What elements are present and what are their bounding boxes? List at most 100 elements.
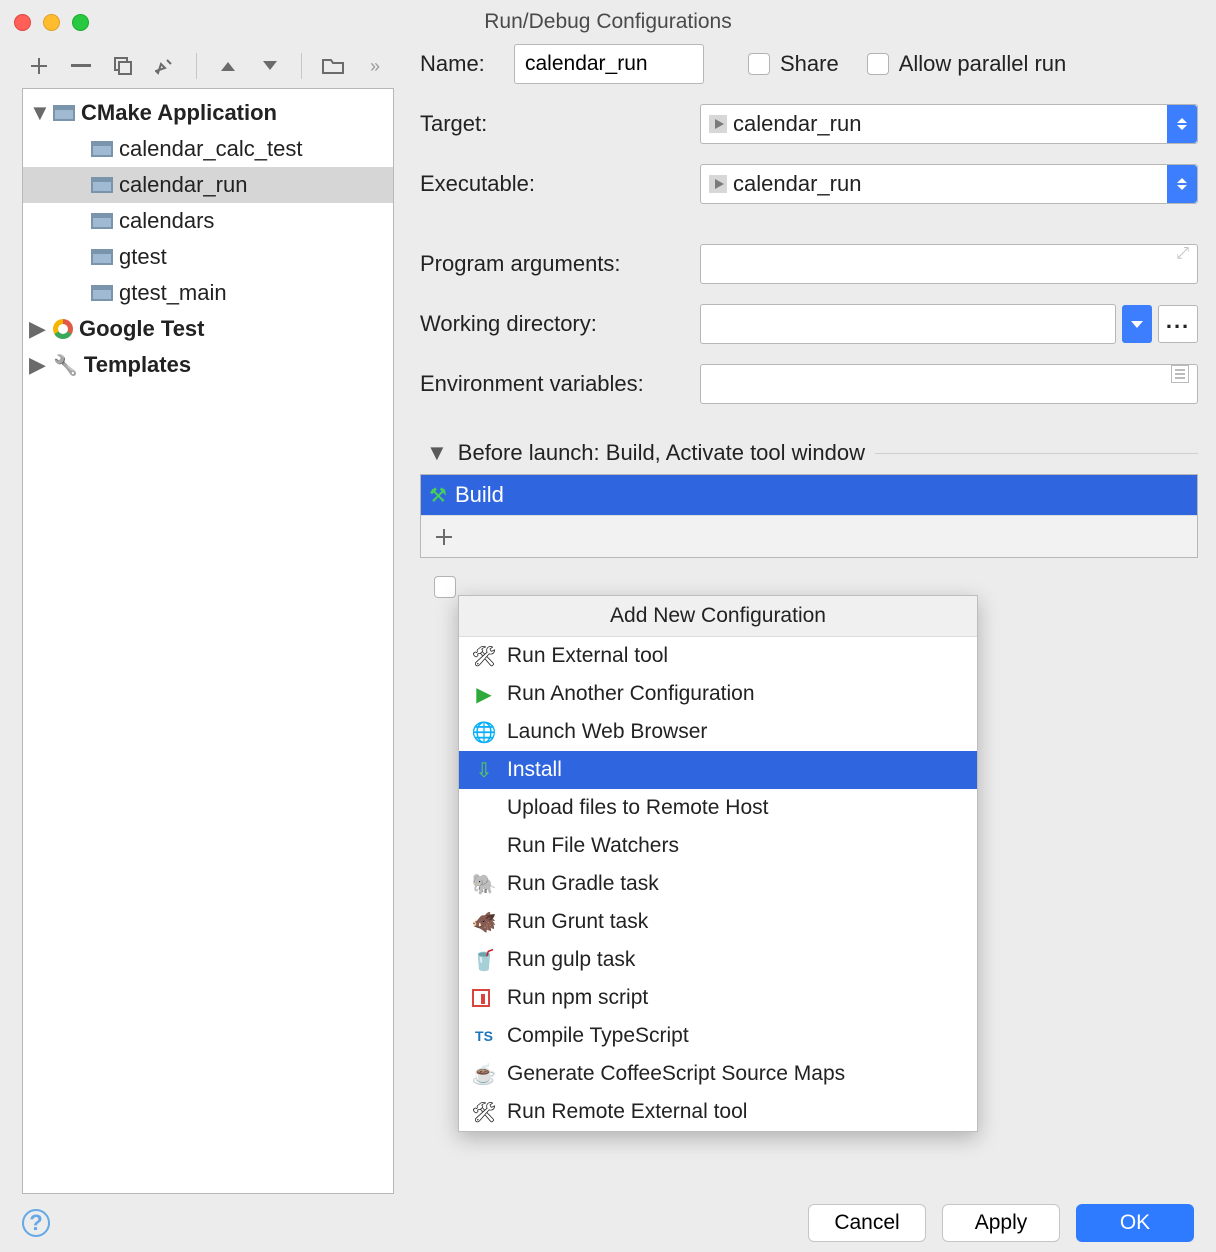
env-label: Environment variables: [420, 371, 700, 397]
popup-item[interactable]: Run npm script [459, 979, 977, 1017]
allow-parallel-checkbox[interactable] [867, 53, 889, 75]
tree-item[interactable]: gtest [23, 239, 393, 275]
popup-item[interactable]: 🌐Launch Web Browser [459, 713, 977, 751]
share-checkbox[interactable] [748, 53, 770, 75]
cmake-icon [91, 213, 113, 229]
popup-item-label: Run gulp task [507, 948, 635, 972]
separator [301, 53, 302, 79]
popup-item-label: Run External tool [507, 644, 668, 668]
play-icon: ▶ [471, 682, 497, 707]
workdir-history-button[interactable] [1122, 305, 1152, 343]
popup-item-label: Run Gradle task [507, 872, 659, 896]
window-title: Run/Debug Configurations [0, 10, 1216, 34]
target-label: Target: [420, 111, 700, 137]
tree-group-gtest[interactable]: ▶ Google Test [23, 311, 393, 347]
tree-group-templates[interactable]: ▶ Templates [23, 347, 393, 383]
main-panel: Name: Share Allow parallel run Target: c… [394, 44, 1198, 1194]
workdir-browse-button[interactable]: ... [1158, 305, 1198, 343]
move-down-icon[interactable] [259, 55, 281, 77]
popup-item[interactable]: TSCompile TypeScript [459, 1017, 977, 1055]
tree-item-selected[interactable]: calendar_run [23, 167, 393, 203]
separator [196, 53, 197, 79]
more-icon[interactable]: » [364, 55, 386, 77]
tree-item[interactable]: gtest_main [23, 275, 393, 311]
folder-icon[interactable] [322, 55, 344, 77]
popup-item-label: Compile TypeScript [507, 1024, 689, 1048]
remove-config-icon[interactable] [70, 55, 92, 77]
popup-item[interactable]: ▶ Run Another Configuration [459, 675, 977, 713]
add-task-popup: Add New Configuration 🛠Run External tool… [458, 595, 978, 1132]
tree-item[interactable]: calendar_calc_test [23, 131, 393, 167]
popup-item[interactable]: Upload files to Remote Host [459, 789, 977, 827]
item-label: calendar_calc_test [119, 136, 302, 162]
tree-group-cmake[interactable]: ▼ CMake Application [23, 95, 393, 131]
popup-item-label: Run Grunt task [507, 910, 648, 934]
expand-icon[interactable]: ⤢ [1176, 245, 1189, 263]
before-launch-toolbar [421, 515, 1197, 557]
name-label: Name: [420, 51, 514, 77]
popup-item-selected[interactable]: ⇩Install [459, 751, 977, 789]
group-label: Templates [84, 352, 191, 378]
env-list-icon[interactable] [1171, 365, 1189, 383]
name-input[interactable] [514, 44, 704, 84]
edit-defaults-icon[interactable] [154, 55, 176, 77]
globe-icon: 🌐 [471, 720, 497, 745]
target-value: calendar_run [727, 111, 1167, 137]
tools-icon: 🛠 [471, 1100, 497, 1125]
help-button[interactable]: ? [22, 1209, 50, 1237]
popup-item-label: Generate CoffeeScript Source Maps [507, 1062, 845, 1086]
popup-item-label: Run Another Configuration [507, 682, 755, 706]
target-select[interactable]: calendar_run [700, 104, 1198, 144]
cmake-icon [91, 285, 113, 301]
collapse-arrow-icon: ▼ [426, 440, 448, 466]
popup-item-label: Run npm script [507, 986, 648, 1010]
copy-config-icon[interactable] [112, 55, 134, 77]
before-launch-list: ⚒ Build [420, 474, 1198, 558]
popup-item[interactable]: 🥤Run gulp task [459, 941, 977, 979]
show-checkbox[interactable] [434, 576, 456, 598]
popup-item[interactable]: 🐘 Run Gradle task [459, 865, 977, 903]
args-input[interactable]: ⤢ [700, 244, 1198, 284]
popup-item[interactable]: 🐗Run Grunt task [459, 903, 977, 941]
tree-item[interactable]: calendars [23, 203, 393, 239]
google-test-icon [53, 319, 73, 339]
allow-parallel-label: Allow parallel run [899, 51, 1067, 77]
cmake-icon [91, 177, 113, 193]
executable-select[interactable]: calendar_run [700, 164, 1198, 204]
popup-item[interactable]: 🛠Run Remote External tool [459, 1093, 977, 1131]
args-label: Program arguments: [420, 251, 700, 277]
executable-value: calendar_run [727, 171, 1167, 197]
before-launch-header[interactable]: ▼ Before launch: Build, Activate tool wi… [420, 440, 1198, 466]
sidebar-toolbar: » [22, 44, 394, 88]
popup-item[interactable]: ☕Generate CoffeeScript Source Maps [459, 1055, 977, 1093]
item-label: calendar_run [119, 172, 247, 198]
divider [875, 453, 1198, 454]
add-config-icon[interactable] [28, 55, 50, 77]
install-icon: ⇩ [471, 758, 497, 783]
before-launch-item[interactable]: ⚒ Build [421, 475, 1197, 515]
apply-button[interactable]: Apply [942, 1204, 1060, 1242]
wrench-icon [53, 352, 78, 378]
add-task-icon[interactable] [433, 526, 455, 548]
config-tree: ▼ CMake Application calendar_calc_test c… [22, 88, 394, 1194]
move-up-icon[interactable] [217, 55, 239, 77]
share-label: Share [780, 51, 839, 77]
tools-icon: 🛠 [471, 644, 497, 669]
workdir-input[interactable] [700, 304, 1116, 344]
ok-button[interactable]: OK [1076, 1204, 1194, 1242]
workdir-label: Working directory: [420, 311, 700, 337]
executable-icon [709, 175, 727, 193]
env-input[interactable] [700, 364, 1198, 404]
cmake-icon [53, 105, 75, 121]
dropdown-caret-icon [1167, 165, 1197, 203]
item-label: gtest [119, 244, 167, 270]
item-label: gtest_main [119, 280, 227, 306]
popup-item[interactable]: Run File Watchers [459, 827, 977, 865]
target-icon [709, 115, 727, 133]
popup-item[interactable]: 🛠 Run External tool [459, 637, 977, 675]
hammer-icon: ⚒ [429, 483, 447, 508]
sidebar: » ▼ CMake Application calendar_calc_test… [22, 44, 394, 1194]
dropdown-caret-icon [1167, 105, 1197, 143]
cancel-button[interactable]: Cancel [808, 1204, 926, 1242]
gradle-icon: 🐘 [471, 872, 497, 897]
